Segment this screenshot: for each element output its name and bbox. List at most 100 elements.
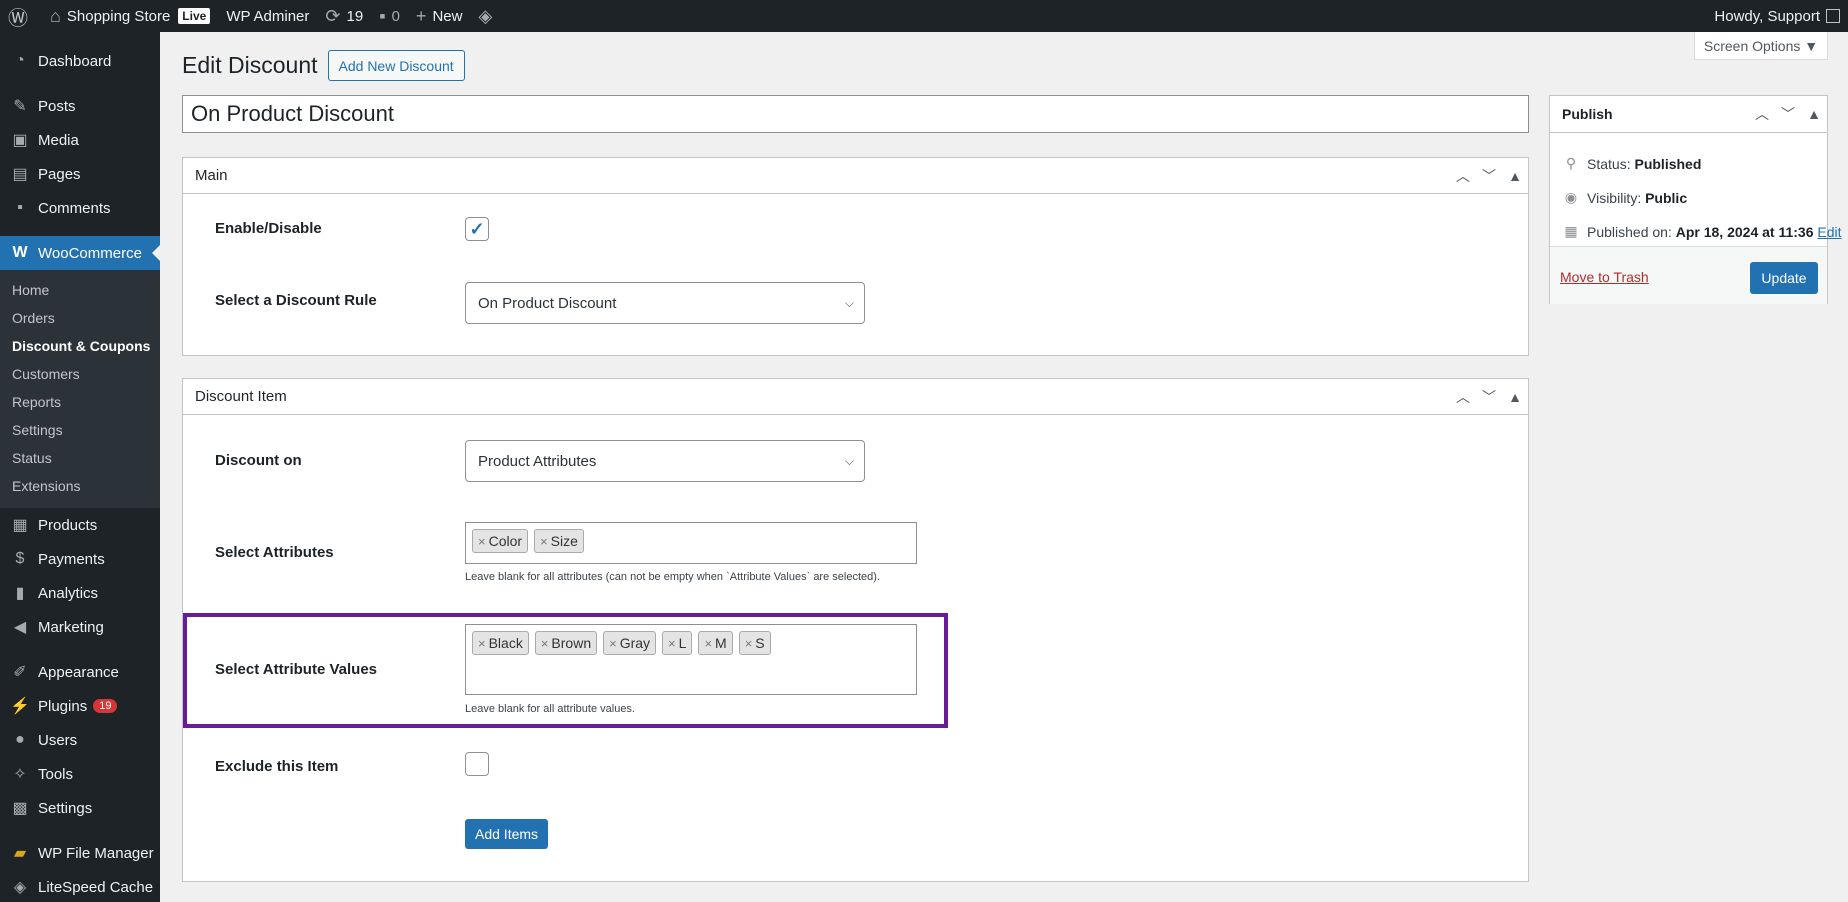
menu-appearance[interactable]: ✐ Appearance [0, 655, 160, 689]
toggle-arrow-icon[interactable]: ▲ [1502, 379, 1528, 415]
page-title: Edit Discount [182, 52, 318, 78]
submenu-customers[interactable]: Customers [0, 360, 160, 388]
menu-marketing[interactable]: ◀ Marketing [0, 610, 160, 644]
tools-icon: ✧ [13, 766, 27, 783]
chip-label: Color [488, 533, 523, 549]
visibility-value: Public [1645, 189, 1688, 206]
submenu-settings[interactable]: Settings [0, 416, 160, 444]
plugins-update-badge: 19 [93, 699, 118, 713]
comments-link[interactable]: ▪ 0 [371, 0, 408, 32]
menu-label: Users [38, 731, 78, 749]
move-to-trash-link[interactable]: Move to Trash [1560, 269, 1649, 285]
chevron-down-icon[interactable]: ﹀ [1775, 96, 1801, 132]
discount-on-select[interactable]: Product Attributes ⌵ [465, 440, 865, 482]
chevron-up-icon[interactable]: ︿ [1450, 379, 1476, 415]
chevron-down-icon[interactable]: ﹀ [1476, 379, 1502, 415]
value-chip-s[interactable]: × S [738, 631, 771, 655]
menu-dashboard[interactable]: ◔ Dashboard [0, 44, 160, 78]
add-new-discount-button[interactable]: Add New Discount [327, 50, 465, 81]
toggle-arrow-icon[interactable]: ▲ [1502, 158, 1528, 194]
updates-link[interactable]: ⟳ 19 [317, 0, 371, 32]
chip-label: Gray [619, 635, 651, 651]
attribute-chip-size[interactable]: × Size [534, 529, 584, 553]
remove-icon[interactable]: × [540, 534, 548, 549]
main-postbox: Main ︿ ﹀ ▲ [182, 157, 1529, 356]
menu-label: Payments [38, 550, 105, 568]
chevron-up-icon[interactable]: ︿ [1450, 158, 1476, 194]
users-icon: ● [15, 731, 25, 748]
value-chip-l[interactable]: × L [662, 631, 693, 655]
calendar-icon: ▦ [1564, 223, 1578, 239]
discount-title-input[interactable]: On Product Discount [182, 95, 1529, 133]
menu-comments[interactable]: ▪ Comments [0, 191, 160, 225]
dashboard-icon: ◔ [15, 52, 25, 69]
remove-icon[interactable]: × [704, 636, 712, 651]
menu-plugins[interactable]: ⚡ Plugins 19 [0, 689, 160, 723]
my-account[interactable]: Howdy, Support [1714, 8, 1848, 25]
menu-products[interactable]: ▦ Products [0, 508, 160, 542]
discount-rule-select[interactable]: On Product Discount ⌵ [465, 282, 865, 324]
pin-icon: ⚲ [1565, 155, 1577, 171]
value-chip-brown[interactable]: × Brown [534, 631, 598, 655]
settings-icon: ▩ [12, 800, 28, 817]
new-content-link[interactable]: + New [408, 0, 471, 32]
submenu-orders[interactable]: Orders [0, 304, 160, 332]
submenu-reports[interactable]: Reports [0, 388, 160, 416]
remove-icon[interactable]: × [478, 534, 486, 549]
chevron-up-icon[interactable]: ︿ [1749, 96, 1775, 132]
add-items-button[interactable]: Add Items [465, 819, 549, 849]
exclude-item-checkbox[interactable] [465, 752, 489, 776]
menu-wp-file-manager[interactable]: ▰ WP File Manager [0, 836, 160, 870]
marketing-icon: ◀ [13, 619, 27, 636]
menu-woocommerce[interactable]: W WooCommerce [0, 236, 160, 270]
attributes-multiselect[interactable]: × Color × Size [465, 522, 917, 564]
menu-settings[interactable]: ▩ Settings [0, 791, 160, 825]
submenu-home[interactable]: Home [0, 276, 160, 304]
submenu-discount-coupons[interactable]: Discount & Coupons [0, 332, 160, 360]
menu-analytics[interactable]: ▮ Analytics [0, 576, 160, 610]
menu-label: Settings [38, 799, 93, 817]
menu-media[interactable]: ▣ Media [0, 123, 160, 157]
attributes-help-text: Leave blank for all attributes (can not … [465, 571, 880, 583]
menu-label: Pages [38, 165, 81, 183]
wordpress-logo-icon[interactable]: Ⓦ [0, 0, 42, 32]
menu-label: Analytics [38, 584, 99, 602]
menu-payments[interactable]: $ Payments [0, 542, 160, 576]
publish-date-row: ▦ Published on: Apr 18, 2024 at 11:36 Ed… [1561, 223, 1841, 240]
chevron-down-icon[interactable]: ﹀ [1476, 158, 1502, 194]
toggle-arrow-icon[interactable]: ▲ [1801, 96, 1827, 132]
publish-postbox-header: Publish ︿ ﹀ ▲ [1550, 96, 1827, 133]
site-name-link[interactable]: ⌂ Shopping Store Live [42, 0, 218, 32]
submenu-extensions[interactable]: Extensions [0, 472, 160, 500]
value-chip-black[interactable]: × Black [472, 631, 529, 655]
value-chip-m[interactable]: × M [698, 631, 733, 655]
remove-icon[interactable]: × [745, 636, 753, 651]
admin-name-link[interactable]: WP Adminer [218, 0, 317, 32]
menu-label: Dashboard [38, 52, 112, 70]
update-button[interactable]: Update [1750, 262, 1818, 294]
menu-label: Marketing [38, 618, 104, 636]
menu-litespeed-cache[interactable]: ◈ LiteSpeed Cache [0, 870, 160, 902]
enable-checkbox[interactable]: ✓ [465, 217, 489, 241]
remove-icon[interactable]: × [609, 636, 617, 651]
remove-icon[interactable]: × [541, 636, 549, 651]
menu-tools[interactable]: ✧ Tools [0, 757, 160, 791]
submenu-status[interactable]: Status [0, 444, 160, 472]
file-manager-icon: ▰ [13, 845, 27, 862]
litespeed-bar-icon[interactable]: ◈ [470, 0, 506, 32]
page-header: Edit Discount Add New Discount [182, 50, 465, 81]
screen-options-button[interactable]: Screen Options ▼ [1694, 32, 1828, 60]
chip-label: Black [488, 635, 523, 651]
menu-posts[interactable]: ✎ Posts [0, 89, 160, 123]
remove-icon[interactable]: × [478, 636, 486, 651]
remove-icon[interactable]: × [668, 636, 676, 651]
value-chip-gray[interactable]: × Gray [603, 631, 657, 655]
home-icon: ⌂ [50, 5, 61, 26]
menu-pages[interactable]: ▤ Pages [0, 157, 160, 191]
menu-users[interactable]: ● Users [0, 723, 160, 757]
values-help-text: Leave blank for all attribute values. [465, 703, 635, 715]
attribute-chip-color[interactable]: × Color [472, 529, 529, 553]
edit-date-link[interactable]: Edit [1817, 224, 1841, 240]
attribute-values-multiselect[interactable]: × Black × Brown × Gray × L × M × S [465, 624, 917, 695]
published-value: Apr 18, 2024 at 11:36 [1675, 223, 1814, 240]
